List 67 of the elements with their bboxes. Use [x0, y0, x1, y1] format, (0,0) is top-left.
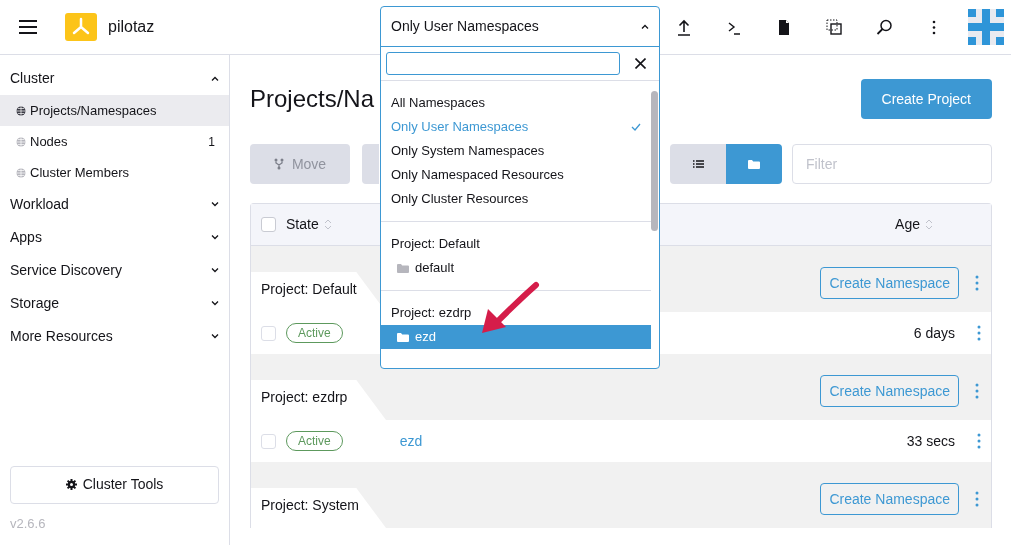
more-options-icon[interactable] [977, 325, 981, 341]
namespace-option[interactable]: Only Namespaced Resources [381, 163, 651, 187]
column-header[interactable]: Age [895, 214, 920, 235]
caret-icon [641, 24, 649, 29]
sidebar-item[interactable]: Projects/Namespaces [0, 95, 229, 126]
sidebar-group[interactable]: More Resources [0, 320, 229, 353]
globe-icon [16, 136, 26, 147]
sidebar-group[interactable]: Apps [0, 221, 229, 254]
menu-icon[interactable] [19, 20, 37, 34]
folder-icon [748, 159, 760, 169]
check-icon [631, 123, 641, 131]
gear-icon [65, 479, 77, 490]
upload-icon [676, 18, 692, 36]
more-options-icon[interactable] [975, 491, 979, 507]
scrollbar-thumb[interactable] [651, 91, 658, 231]
caret-icon [211, 301, 219, 306]
checkbox[interactable] [261, 325, 276, 341]
sidebar-group[interactable]: Cluster [0, 62, 229, 95]
project-group-label: Project: ezdrp [251, 380, 386, 420]
globe-icon [16, 167, 26, 178]
list-icon [692, 160, 704, 168]
item-count: 1 [208, 133, 215, 151]
caret-icon [211, 202, 219, 207]
file-icon [776, 18, 792, 36]
sort-icon[interactable] [925, 219, 933, 230]
cluster-logo-icon [65, 13, 97, 41]
table-cell-text: 33 secs [906, 431, 955, 451]
sidebar-group[interactable]: Service Discovery [0, 254, 229, 287]
sidebar-item[interactable]: Nodes 1 [0, 126, 229, 157]
page-title: Projects/Na [250, 84, 375, 114]
close-icon[interactable] [635, 58, 646, 69]
checkbox[interactable] [261, 433, 276, 449]
more-options-icon[interactable] [977, 433, 981, 449]
caret-icon [211, 235, 219, 240]
caret-icon [211, 334, 219, 339]
sidebar-group[interactable]: Storage [0, 287, 229, 320]
namespace-option[interactable]: All Namespaces [381, 91, 651, 115]
cluster-tools-button[interactable]: Cluster Tools [10, 465, 219, 504]
more-options-icon[interactable] [975, 275, 979, 291]
folder-icon [397, 332, 409, 342]
namespace-option[interactable]: Only Cluster Resources [381, 187, 651, 211]
search-field[interactable] [386, 52, 620, 75]
checkbox[interactable] [261, 217, 276, 232]
project-group-label: Project: System [251, 488, 386, 528]
column-header[interactable]: State [286, 214, 319, 235]
copy-icon [826, 18, 842, 36]
more-options-icon[interactable] [975, 383, 979, 399]
cluster-name: pilotaz [108, 17, 155, 37]
caret-icon [211, 76, 219, 81]
search-icon [876, 18, 892, 36]
sidebar-group[interactable]: Workload [0, 188, 229, 221]
filter-field[interactable]: Filter [792, 144, 992, 184]
project-heading: Project: Default [390, 235, 481, 254]
namespace-select[interactable]: Only User Namespaces [381, 7, 659, 47]
project-heading: Project: ezdrp [390, 304, 473, 323]
globe-icon [16, 105, 26, 116]
folder-icon [397, 263, 409, 273]
table-cell-text: 6 days [913, 323, 955, 343]
view-toggle-button[interactable] [726, 144, 782, 184]
sidebar-item[interactable]: Cluster Members [0, 157, 229, 188]
caret-icon [211, 268, 219, 273]
grid-logo-icon [968, 9, 1004, 45]
fork-icon [273, 158, 284, 170]
namespace-option[interactable]: Only System Namespaces [381, 139, 651, 163]
sort-icon[interactable] [323, 219, 332, 230]
view-toggle-button[interactable] [670, 144, 726, 184]
version-label: v2.6.6 [10, 514, 47, 533]
